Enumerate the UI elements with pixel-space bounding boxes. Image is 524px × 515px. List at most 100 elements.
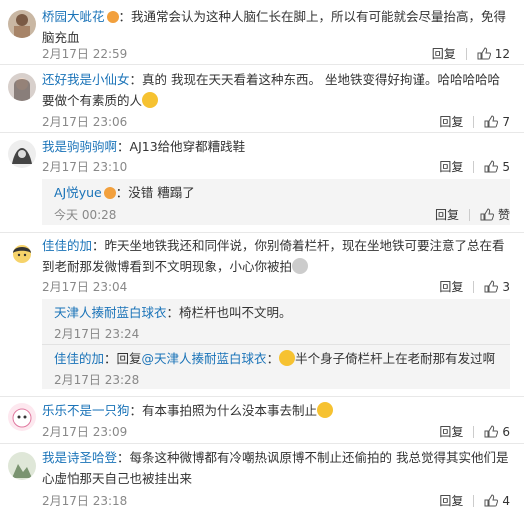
divider — [473, 160, 475, 173]
divider — [42, 344, 510, 345]
subreply-actions: 回复 赞 — [435, 206, 510, 223]
divider — [473, 494, 475, 507]
avatar[interactable] — [8, 403, 36, 431]
colon: ： — [115, 185, 129, 200]
comment-body: 有本事拍照为什么没本事去制止 — [142, 403, 318, 418]
divider — [473, 280, 475, 293]
subreply-box: 天津人揍耐蓝白球衣：椅栏杆也叫不文明。 2月17日 23:24 佳佳的加：回复@… — [42, 299, 510, 389]
subreply-text: 佳佳的加：回复@天津人揍耐蓝白球衣： 半个身子倚栏杆上在老耐那有发过啊 — [54, 349, 495, 369]
comment-actions: 回复 3 — [439, 278, 510, 295]
thumb-up-icon[interactable] — [484, 280, 499, 293]
reply-button[interactable]: 回复 — [439, 492, 463, 509]
comment-time: 2月17日 23:06 — [42, 115, 128, 129]
reply-button[interactable]: 回复 — [439, 423, 463, 440]
colon: ： — [118, 9, 132, 24]
comment-body: 昨天坐地铁我还和同伴说，你别倚着栏杆，现在坐地铁可要注意了总在看到老耐那发微博看… — [42, 238, 505, 274]
mention-link[interactable]: @天津人揍耐蓝白球衣 — [142, 351, 267, 366]
comment-time: 2月17日 23:04 — [42, 280, 128, 294]
comment-item: 我是驹驹驹啊：AJ13给他穿都糟践鞋 2月17日 23:10 回复 5 AJ悦y… — [0, 133, 524, 233]
comment-text: 我是驹驹驹啊：AJ13给他穿都糟践鞋 — [42, 136, 510, 157]
like-button[interactable]: 赞 — [498, 206, 510, 223]
comment-time: 2月17日 22:59 — [42, 47, 128, 61]
avatar[interactable] — [8, 140, 36, 168]
colon: ： — [104, 351, 117, 366]
comment-text: 我是诗圣哈登：每条这种微博都有冷嘲热讽原博不制止还偷拍的 我总觉得其实他们是心虚… — [42, 447, 510, 489]
username[interactable]: 天津人揍耐蓝白球衣 — [54, 305, 167, 320]
colon: ： — [129, 403, 143, 418]
comment-text: 还好我是小仙女：真的 我现在天天看着这种东西。 坐地铁变得好拘谨。哈哈哈哈哈 要… — [42, 69, 510, 111]
comment-time: 2月17日 23:10 — [42, 160, 128, 174]
comment-feed: 桥园大呲花 ：我通常会认为这种人脑仁长在脚上，所以有可能就会尽量抬高，免得脑充血 … — [0, 0, 524, 515]
sweat-emoji-icon — [279, 350, 296, 366]
reply-prefix: 回复 — [116, 351, 142, 366]
divider — [468, 208, 470, 221]
comment-text: 佳佳的加：昨天坐地铁我还和同伴说，你别倚着栏杆，现在坐地铁可要注意了总在看到老耐… — [42, 235, 510, 277]
subreply-body: 椅栏杆也叫不文明。 — [179, 305, 292, 320]
vip-badge-icon — [106, 11, 119, 23]
username[interactable]: 我是驹驹驹啊 — [42, 139, 117, 154]
reply-button[interactable]: 回复 — [439, 158, 463, 175]
thumb-up-icon[interactable] — [484, 160, 499, 173]
comment-body: AJ13给他穿都糟践鞋 — [129, 139, 246, 154]
subreply-body: 没错 糟蹋了 — [128, 185, 195, 200]
comment-item: 桥园大呲花 ：我通常会认为这种人脑仁长在脚上，所以有可能就会尽量抬高，免得脑充血 … — [0, 0, 524, 64]
username[interactable]: 桥园大呲花 — [42, 9, 105, 24]
like-count: 5 — [502, 159, 510, 174]
comment-item: 佳佳的加：昨天坐地铁我还和同伴说，你别倚着栏杆，现在坐地铁可要注意了总在看到老耐… — [0, 233, 524, 395]
like-count: 4 — [502, 493, 510, 508]
divider — [473, 425, 475, 438]
comment-actions: 回复 6 — [439, 423, 510, 440]
reply-button[interactable]: 回复 — [432, 45, 456, 62]
subreply-body: 半个身子倚栏杆上在老耐那有发过啊 — [295, 351, 496, 366]
subreply-time: 2月17日 23:28 — [54, 373, 140, 387]
reply-button[interactable]: 回复 — [439, 278, 463, 295]
comment-item: 还好我是小仙女：真的 我现在天天看着这种东西。 坐地铁变得好拘谨。哈哈哈哈哈 要… — [0, 65, 524, 132]
face-emoji-icon — [292, 258, 309, 274]
wink-emoji-icon — [142, 92, 159, 108]
divider — [473, 115, 475, 128]
comment-actions: 回复 7 — [439, 113, 510, 130]
reply-button[interactable]: 回复 — [435, 206, 459, 223]
thumb-up-icon[interactable] — [484, 425, 499, 438]
comment-time: 2月17日 23:18 — [42, 494, 128, 508]
smile-emoji-icon — [317, 402, 334, 418]
comment-item: 乐乐不是一只狗：有本事拍照为什么没本事去制止 2月17日 23:09 回复 6 — [0, 397, 524, 443]
comment-item: 我是诗圣哈登：每条这种微博都有冷嘲热讽原博不制止还偷拍的 我总觉得其实他们是心虚… — [0, 444, 524, 515]
like-count: 6 — [502, 424, 510, 439]
like-count: 3 — [502, 279, 510, 294]
like-count: 12 — [494, 46, 510, 61]
avatar[interactable] — [8, 73, 36, 101]
thumb-up-icon[interactable] — [484, 494, 499, 507]
colon: ： — [117, 450, 130, 465]
avatar[interactable] — [8, 10, 36, 38]
subreply-text: 天津人揍耐蓝白球衣：椅栏杆也叫不文明。 — [54, 303, 292, 323]
username[interactable]: 还好我是小仙女 — [42, 72, 130, 87]
comment-actions: 回复 5 — [439, 158, 510, 175]
comment-actions: 回复 12 — [432, 45, 510, 62]
subreply-box: AJ悦yue ：没错 糟蹋了 今天 00:28 回复 赞 — [42, 179, 510, 225]
username[interactable]: 佳佳的加 — [42, 238, 92, 253]
comment-text: 桥园大呲花 ：我通常会认为这种人脑仁长在脚上，所以有可能就会尽量抬高，免得脑充血 — [42, 6, 510, 48]
colon: ： — [266, 351, 280, 366]
username[interactable]: 我是诗圣哈登 — [42, 450, 117, 465]
comment-text: 乐乐不是一只狗：有本事拍照为什么没本事去制止 — [42, 400, 510, 421]
comment-actions: 回复 4 — [439, 492, 510, 509]
divider — [465, 47, 467, 60]
vip-badge-icon — [103, 187, 116, 199]
thumb-up-icon[interactable] — [477, 47, 491, 60]
colon: ： — [92, 238, 105, 253]
subreply-text: AJ悦yue ：没错 糟蹋了 — [54, 183, 195, 203]
colon: ： — [117, 139, 130, 154]
avatar[interactable] — [8, 241, 36, 269]
reply-button[interactable]: 回复 — [439, 113, 463, 130]
thumb-up-icon[interactable] — [484, 115, 499, 128]
username[interactable]: AJ悦yue — [54, 185, 102, 200]
comment-time: 2月17日 23:09 — [42, 425, 128, 439]
avatar[interactable] — [8, 452, 36, 480]
subreply-time: 2月17日 23:24 — [54, 327, 140, 341]
thumb-up-icon[interactable] — [480, 208, 494, 221]
username[interactable]: 佳佳的加 — [54, 351, 104, 366]
colon: ： — [166, 305, 180, 320]
like-count: 7 — [502, 114, 510, 129]
username[interactable]: 乐乐不是一只狗 — [42, 403, 130, 418]
